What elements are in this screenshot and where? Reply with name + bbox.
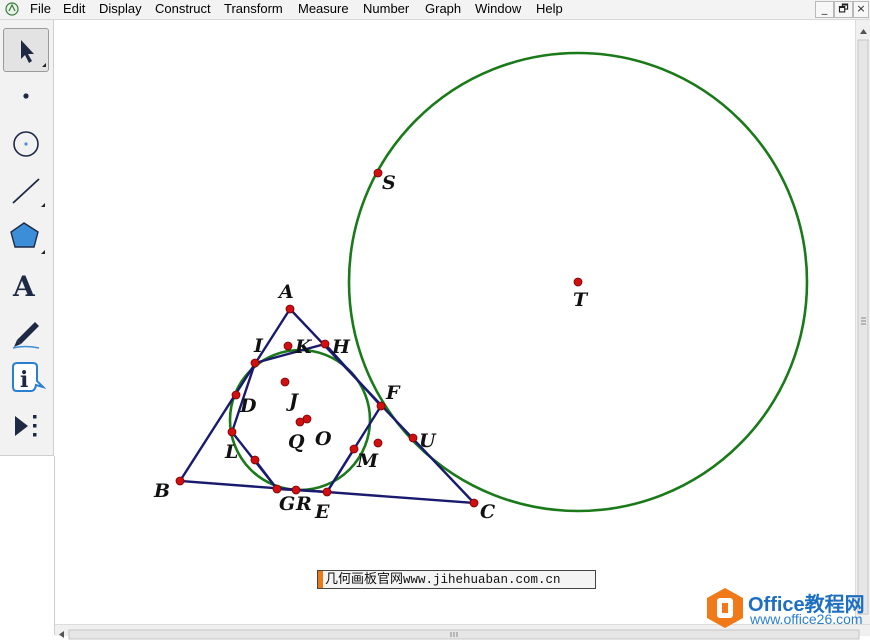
- point-k[interactable]: [283, 341, 293, 351]
- point-q[interactable]: [295, 417, 305, 427]
- vertical-scrollbar[interactable]: [855, 20, 870, 624]
- label-b[interactable]: B: [153, 480, 170, 502]
- watermark-url: www.office26.com: [750, 611, 863, 627]
- point-b[interactable]: [175, 476, 185, 486]
- label-g[interactable]: G: [279, 493, 295, 515]
- label-d[interactable]: D: [239, 395, 257, 417]
- label-f[interactable]: F: [385, 382, 401, 404]
- label-q[interactable]: Q: [288, 431, 305, 453]
- label-o[interactable]: O: [315, 428, 332, 450]
- point-j[interactable]: [280, 377, 290, 387]
- label-u[interactable]: U: [419, 430, 437, 452]
- sketch-canvas[interactable]: A B C D E F G H I J K L M O Q R S T U: [0, 0, 870, 635]
- label-a[interactable]: A: [277, 281, 294, 303]
- office-logo-icon: [707, 588, 743, 628]
- label-j[interactable]: J: [286, 390, 300, 412]
- point-f[interactable]: [376, 401, 386, 411]
- label-t[interactable]: T: [573, 289, 589, 311]
- point-t[interactable]: [573, 277, 583, 287]
- point-i[interactable]: [250, 358, 260, 368]
- point-l2[interactable]: [250, 455, 260, 465]
- point-l[interactable]: [227, 427, 237, 437]
- point-a[interactable]: [285, 304, 295, 314]
- point-s[interactable]: [373, 168, 383, 178]
- label-i[interactable]: I: [253, 335, 264, 357]
- point-d[interactable]: [231, 390, 241, 400]
- caption-url: www.jihehuaban.com.cn: [403, 573, 561, 587]
- point-e[interactable]: [322, 487, 332, 497]
- scroll-up-icon[interactable]: [860, 29, 867, 34]
- caption-chinese: 几何画板官网: [325, 572, 404, 587]
- label-l[interactable]: L: [224, 441, 238, 463]
- label-k[interactable]: K: [294, 336, 313, 358]
- segment-l-g[interactable]: [254, 459, 278, 490]
- website-caption: 几何画板官网www.jihehuaban.com.cn: [317, 570, 596, 589]
- triangle-abc[interactable]: [177, 307, 478, 505]
- vertical-scroll-thumb[interactable]: [857, 39, 869, 615]
- point-h[interactable]: [320, 339, 330, 349]
- label-m[interactable]: M: [356, 450, 379, 472]
- point-m2[interactable]: [373, 438, 383, 448]
- label-s[interactable]: S: [382, 172, 396, 194]
- point-g[interactable]: [272, 484, 282, 494]
- point-u[interactable]: [408, 433, 418, 443]
- label-r[interactable]: R: [295, 493, 312, 515]
- label-h[interactable]: H: [331, 336, 351, 358]
- label-e[interactable]: E: [314, 501, 330, 523]
- label-c[interactable]: C: [480, 501, 495, 523]
- caption-accent-bar: [318, 571, 323, 588]
- office-watermark: Office教程网 www.office26.com: [705, 586, 865, 632]
- point-c[interactable]: [469, 498, 479, 508]
